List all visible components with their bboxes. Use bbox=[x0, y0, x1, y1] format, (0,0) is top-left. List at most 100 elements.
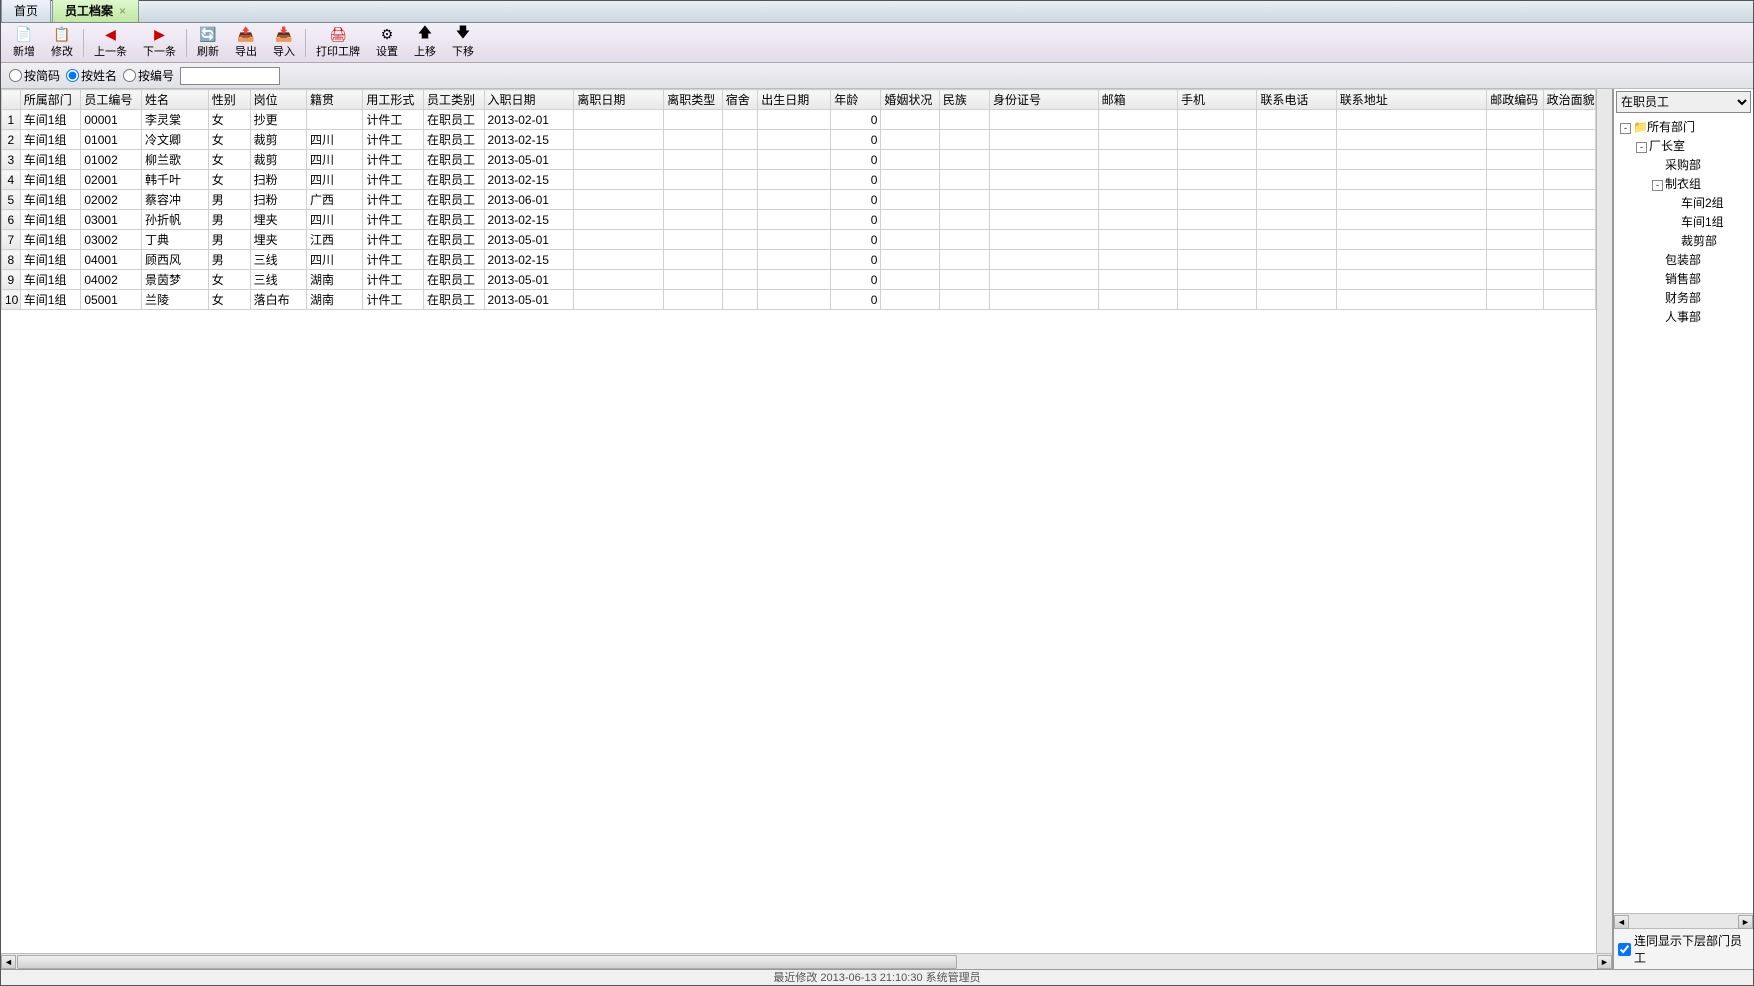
cell-marriage[interactable] bbox=[881, 190, 939, 210]
row-number[interactable]: 9 bbox=[2, 270, 21, 290]
cell-politics[interactable] bbox=[1543, 190, 1595, 210]
row-number[interactable]: 3 bbox=[2, 150, 21, 170]
column-header-phone[interactable]: 联系电话 bbox=[1257, 90, 1336, 110]
cell-nation[interactable] bbox=[939, 130, 989, 150]
cell-emptype[interactable]: 在职员工 bbox=[423, 290, 484, 310]
cell-phone[interactable] bbox=[1257, 150, 1336, 170]
cell-hiredate[interactable]: 2013-05-01 bbox=[484, 270, 574, 290]
cell-post[interactable]: 裁剪 bbox=[250, 150, 306, 170]
tree-node-8[interactable]: 销售部 bbox=[1616, 269, 1751, 288]
cell-native[interactable] bbox=[306, 110, 362, 130]
search-mode-1[interactable]: 按姓名 bbox=[66, 67, 117, 84]
cell-nation[interactable] bbox=[939, 270, 989, 290]
cell-politics[interactable] bbox=[1543, 150, 1595, 170]
cell-birth[interactable] bbox=[758, 190, 831, 210]
cell-email[interactable] bbox=[1098, 190, 1177, 210]
cell-leavedate[interactable] bbox=[574, 170, 664, 190]
tree-node-5[interactable]: 车间1组 bbox=[1616, 212, 1751, 231]
cell-sex[interactable]: 女 bbox=[208, 290, 250, 310]
cell-birth[interactable] bbox=[758, 270, 831, 290]
cell-phone[interactable] bbox=[1257, 290, 1336, 310]
cell-hiredate[interactable]: 2013-02-15 bbox=[484, 170, 574, 190]
cell-phone[interactable] bbox=[1257, 130, 1336, 150]
cell-addr[interactable] bbox=[1336, 150, 1486, 170]
cell-addr[interactable] bbox=[1336, 190, 1486, 210]
cell-hiredate[interactable]: 2013-02-01 bbox=[484, 110, 574, 130]
tab-close-icon[interactable]: × bbox=[119, 4, 126, 18]
search-mode-radio-2[interactable] bbox=[123, 69, 136, 82]
cell-empno[interactable]: 03002 bbox=[81, 230, 142, 250]
tree-toggle-icon[interactable]: - bbox=[1652, 180, 1663, 191]
export-button[interactable]: 📤导出 bbox=[227, 24, 265, 61]
cell-emptype[interactable]: 在职员工 bbox=[423, 150, 484, 170]
settings-button[interactable]: ⚙设置 bbox=[368, 24, 406, 61]
cell-phone[interactable] bbox=[1257, 210, 1336, 230]
department-tree[interactable]: -📁所有部门-厂长室采购部-制衣组车间2组车间1组裁剪部包装部销售部财务部人事部 bbox=[1614, 115, 1753, 913]
cell-idno[interactable] bbox=[990, 230, 1099, 250]
table-row[interactable]: 2车间1组01001冷文卿女裁剪四川计件工在职员工2013-02-150 bbox=[2, 130, 1596, 150]
column-header-zip[interactable]: 邮政编码 bbox=[1487, 90, 1543, 110]
cell-worktype[interactable]: 计件工 bbox=[363, 250, 424, 270]
cell-mobile[interactable] bbox=[1178, 290, 1257, 310]
cell-nation[interactable] bbox=[939, 190, 989, 210]
next-button[interactable]: ▶下一条 bbox=[135, 24, 184, 61]
cell-addr[interactable] bbox=[1336, 210, 1486, 230]
cell-leavedate[interactable] bbox=[574, 250, 664, 270]
cell-politics[interactable] bbox=[1543, 250, 1595, 270]
cell-post[interactable]: 三线 bbox=[250, 250, 306, 270]
column-header-leavedate[interactable]: 离职日期 bbox=[574, 90, 664, 110]
column-header-native[interactable]: 籍贯 bbox=[306, 90, 362, 110]
cell-post[interactable]: 扫粉 bbox=[250, 170, 306, 190]
cell-dorm[interactable] bbox=[722, 210, 758, 230]
cell-addr[interactable] bbox=[1336, 170, 1486, 190]
cell-birth[interactable] bbox=[758, 150, 831, 170]
cell-leavetype[interactable] bbox=[664, 130, 722, 150]
scroll-right-arrow[interactable]: ► bbox=[1738, 915, 1753, 929]
cell-leavetype[interactable] bbox=[664, 190, 722, 210]
cell-native[interactable]: 四川 bbox=[306, 130, 362, 150]
cell-phone[interactable] bbox=[1257, 110, 1336, 130]
cell-sex[interactable]: 男 bbox=[208, 250, 250, 270]
cell-idno[interactable] bbox=[990, 110, 1099, 130]
tree-node-4[interactable]: 车间2组 bbox=[1616, 193, 1751, 212]
tree-node-10[interactable]: 人事部 bbox=[1616, 307, 1751, 326]
cell-age[interactable]: 0 bbox=[831, 190, 881, 210]
column-header-post[interactable]: 岗位 bbox=[250, 90, 306, 110]
cell-sex[interactable]: 女 bbox=[208, 110, 250, 130]
cell-mobile[interactable] bbox=[1178, 230, 1257, 250]
cell-empno[interactable]: 01001 bbox=[81, 130, 142, 150]
cell-name[interactable]: 兰陵 bbox=[141, 290, 208, 310]
cell-dorm[interactable] bbox=[722, 250, 758, 270]
cell-hiredate[interactable]: 2013-05-01 bbox=[484, 230, 574, 250]
cell-native[interactable]: 湖南 bbox=[306, 290, 362, 310]
cell-worktype[interactable]: 计件工 bbox=[363, 130, 424, 150]
cell-post[interactable]: 裁剪 bbox=[250, 130, 306, 150]
include-subdept-input[interactable] bbox=[1618, 943, 1631, 956]
scroll-thumb[interactable] bbox=[17, 955, 957, 969]
cell-sex[interactable]: 男 bbox=[208, 190, 250, 210]
cell-age[interactable]: 0 bbox=[831, 250, 881, 270]
column-header-dorm[interactable]: 宿舍 bbox=[722, 90, 758, 110]
cell-post[interactable]: 扫粉 bbox=[250, 190, 306, 210]
cell-dept[interactable]: 车间1组 bbox=[20, 210, 81, 230]
cell-dorm[interactable] bbox=[722, 150, 758, 170]
table-row[interactable]: 3车间1组01002柳兰歌女裁剪四川计件工在职员工2013-05-010 bbox=[2, 150, 1596, 170]
cell-emptype[interactable]: 在职员工 bbox=[423, 270, 484, 290]
cell-birth[interactable] bbox=[758, 250, 831, 270]
cell-leavedate[interactable] bbox=[574, 230, 664, 250]
column-header-email[interactable]: 邮箱 bbox=[1098, 90, 1177, 110]
table-row[interactable]: 1车间1组00001李灵棠女抄更计件工在职员工2013-02-010 bbox=[2, 110, 1596, 130]
cell-leavedate[interactable] bbox=[574, 150, 664, 170]
cell-worktype[interactable]: 计件工 bbox=[363, 110, 424, 130]
cell-zip[interactable] bbox=[1487, 110, 1543, 130]
cell-name[interactable]: 李灵棠 bbox=[141, 110, 208, 130]
cell-mobile[interactable] bbox=[1178, 190, 1257, 210]
cell-leavetype[interactable] bbox=[664, 250, 722, 270]
cell-post[interactable]: 三线 bbox=[250, 270, 306, 290]
cell-hiredate[interactable]: 2013-06-01 bbox=[484, 190, 574, 210]
column-header-dept[interactable]: 所属部门 bbox=[20, 90, 81, 110]
cell-sex[interactable]: 男 bbox=[208, 210, 250, 230]
cell-post[interactable]: 落白布 bbox=[250, 290, 306, 310]
tree-toggle-icon[interactable]: - bbox=[1620, 123, 1631, 134]
cell-dept[interactable]: 车间1组 bbox=[20, 110, 81, 130]
